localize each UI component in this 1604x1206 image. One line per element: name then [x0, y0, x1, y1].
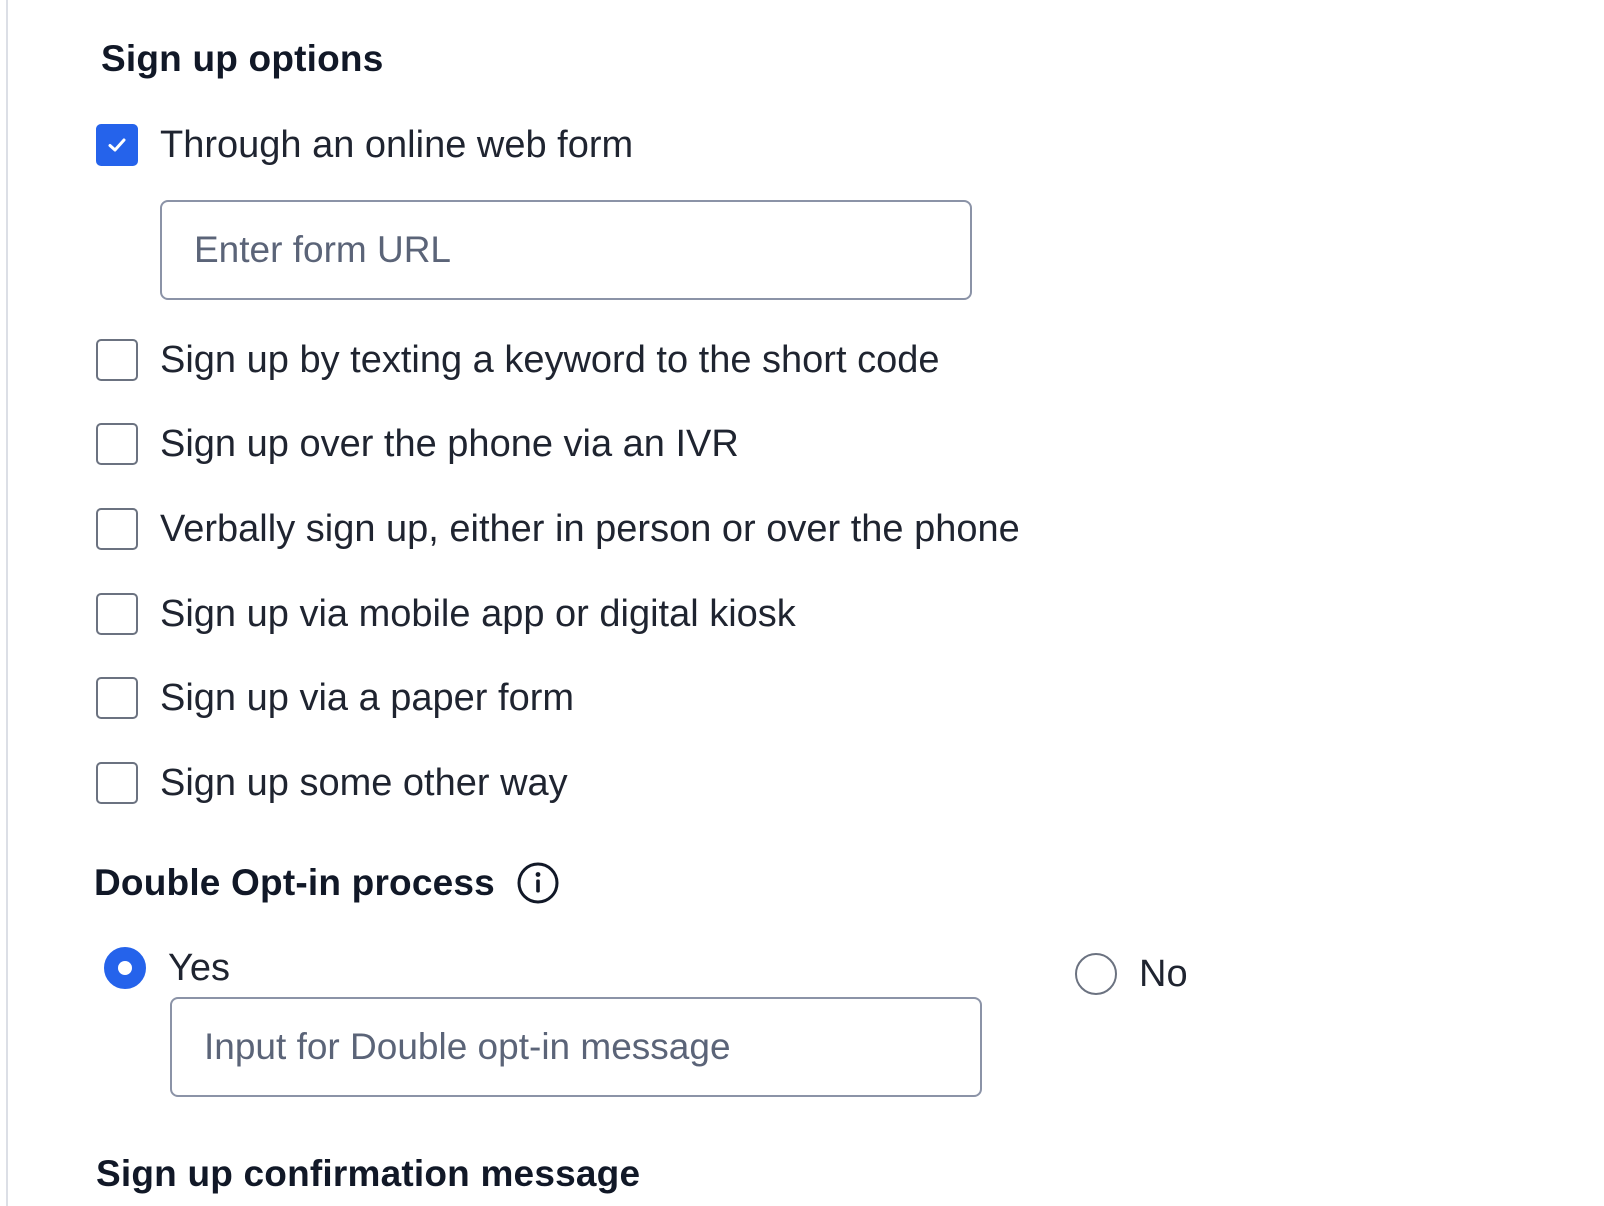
radio-label: No: [1139, 952, 1188, 995]
option-mobile-app-kiosk[interactable]: Sign up via mobile app or digital kiosk: [96, 591, 796, 637]
option-label: Sign up by texting a keyword to the shor…: [160, 338, 940, 381]
double-opt-in-message-input[interactable]: [170, 997, 982, 1097]
option-texting-keyword[interactable]: Sign up by texting a keyword to the shor…: [96, 337, 939, 383]
left-divider: [0, 0, 8, 1206]
radio-option-yes[interactable]: Yes: [104, 946, 230, 990]
option-label: Verbally sign up, either in person or ov…: [160, 507, 1020, 550]
no-radio[interactable]: [1075, 953, 1117, 995]
option-other-way[interactable]: Sign up some other way: [96, 760, 568, 806]
mobile-app-kiosk-checkbox[interactable]: [96, 593, 138, 635]
option-online-web-form[interactable]: Through an online web form: [96, 122, 633, 168]
other-way-checkbox[interactable]: [96, 762, 138, 804]
option-label: Through an online web form: [160, 123, 634, 166]
phone-ivr-checkbox[interactable]: [96, 423, 138, 465]
form-url-input[interactable]: [160, 200, 972, 300]
option-phone-ivr[interactable]: Sign up over the phone via an IVR: [96, 421, 739, 467]
paper-form-checkbox[interactable]: [96, 677, 138, 719]
yes-radio[interactable]: [104, 947, 146, 989]
texting-keyword-checkbox[interactable]: [96, 339, 138, 381]
sign-up-settings-page: Sign up options Through an online web fo…: [0, 0, 1604, 1206]
web-form-checkbox[interactable]: [96, 124, 138, 166]
sign-up-options-title: Sign up options: [101, 38, 384, 79]
option-label: Sign up via a paper form: [160, 676, 575, 719]
option-label: Sign up over the phone via an IVR: [160, 422, 739, 465]
option-label: Sign up via mobile app or digital kiosk: [160, 592, 796, 635]
verbal-signup-checkbox[interactable]: [96, 508, 138, 550]
checkmark-icon: [108, 138, 126, 152]
option-verbal-signup[interactable]: Verbally sign up, either in person or ov…: [96, 506, 1020, 552]
option-paper-form[interactable]: Sign up via a paper form: [96, 675, 574, 721]
info-circle-icon[interactable]: [517, 862, 559, 904]
radio-label: Yes: [168, 946, 230, 989]
radio-option-no[interactable]: No: [1075, 952, 1188, 996]
sign-up-confirmation-title: Sign up confirmation message: [96, 1153, 641, 1194]
option-label: Sign up some other way: [160, 761, 568, 804]
double-opt-in-title: Double Opt-in process: [94, 862, 495, 903]
